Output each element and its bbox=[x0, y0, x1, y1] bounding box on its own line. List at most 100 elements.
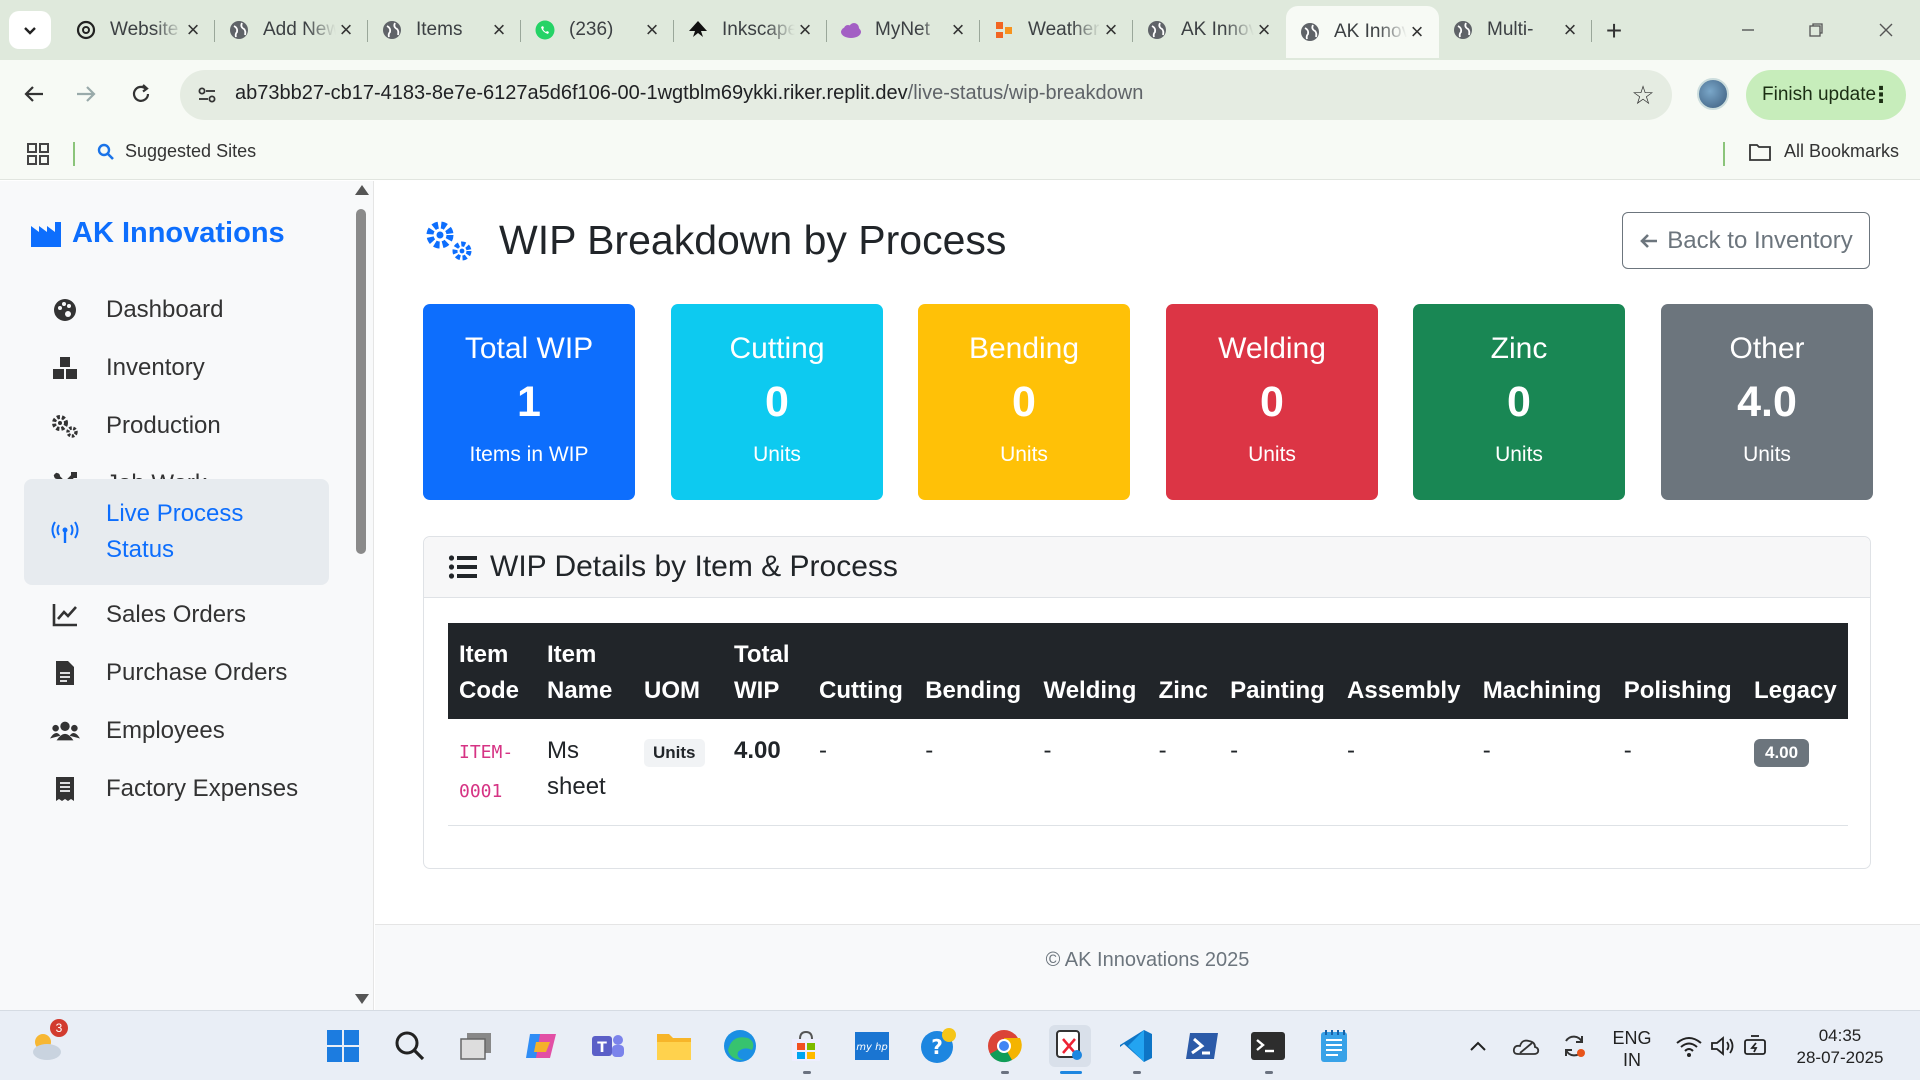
browser-tab[interactable]: Add New × bbox=[215, 8, 368, 52]
copilot-app[interactable] bbox=[521, 1025, 563, 1067]
close-icon[interactable]: × bbox=[1101, 17, 1121, 42]
close-icon[interactable]: × bbox=[336, 17, 356, 42]
restore-button[interactable] bbox=[1796, 10, 1836, 50]
sidebar-item-purchase-orders[interactable]: Purchase Orders bbox=[24, 644, 329, 702]
close-icon[interactable]: × bbox=[1560, 17, 1580, 42]
weather-widget[interactable]: 3 bbox=[26, 1019, 68, 1067]
bookmark-suggested-sites[interactable]: Suggested Sites bbox=[97, 141, 256, 162]
close-icon[interactable]: × bbox=[795, 17, 815, 42]
teams-icon: T bbox=[592, 1035, 624, 1057]
close-icon[interactable]: × bbox=[1407, 19, 1427, 44]
browser-tab[interactable]: Weather × bbox=[980, 8, 1133, 52]
sidebar-scrollbar[interactable] bbox=[352, 181, 370, 1010]
item-code-cell: ITEM- 0001 bbox=[448, 719, 536, 826]
browser-tab[interactable]: Inkscape × bbox=[674, 8, 827, 52]
notepad-app[interactable] bbox=[1313, 1025, 1355, 1067]
item-code: ITEM- 0001 bbox=[459, 742, 513, 802]
forward-nav-button[interactable] bbox=[66, 74, 106, 114]
column-header: Zinc bbox=[1147, 623, 1220, 719]
chrome-app[interactable] bbox=[983, 1025, 1025, 1067]
browser-tab[interactable]: AK Innovations × bbox=[1133, 8, 1286, 52]
address-bar[interactable]: ab73bb27-cb17-4183-8e7e-6127a5d6f106-00-… bbox=[180, 70, 1672, 120]
new-tab-button[interactable]: + bbox=[1597, 14, 1631, 48]
sidebar-item-factory-expenses[interactable]: Factory Expenses bbox=[24, 760, 329, 818]
column-header: Assembly bbox=[1336, 623, 1472, 719]
close-icon[interactable]: × bbox=[1254, 17, 1274, 42]
sidebar-item-production[interactable]: Production bbox=[24, 397, 329, 455]
browser-tab[interactable]: Items × bbox=[368, 8, 521, 52]
site-info-icon[interactable] bbox=[194, 82, 220, 108]
more-vert-icon[interactable]: ⋮ bbox=[1870, 82, 1892, 108]
task-view[interactable] bbox=[455, 1025, 497, 1067]
myhp-app[interactable]: my hp bbox=[851, 1025, 893, 1067]
column-header: Bending bbox=[914, 623, 1033, 719]
browser-tab[interactable]: Website × bbox=[62, 8, 215, 52]
industry-icon bbox=[31, 221, 61, 247]
quick-settings-tray[interactable] bbox=[1666, 1025, 1778, 1067]
summary-card-bending: Bending 0 Units bbox=[918, 304, 1130, 500]
card-title: Cutting bbox=[729, 332, 825, 365]
clock[interactable]: 04:35 28-07-2025 bbox=[1780, 1025, 1900, 1069]
web-page: AK Innovations Dashboard Inventory Produ… bbox=[0, 181, 1920, 1010]
get-help-app[interactable]: ? bbox=[917, 1025, 959, 1067]
item-name-line2: sheet bbox=[547, 773, 606, 800]
sidebar-item-dashboard[interactable]: Dashboard bbox=[24, 281, 329, 339]
finish-update-button[interactable]: Finish update ⋮ bbox=[1746, 70, 1906, 120]
apps-grid-icon[interactable] bbox=[26, 142, 50, 166]
card-title: Zinc bbox=[1490, 332, 1548, 365]
sidebar: AK Innovations Dashboard Inventory Produ… bbox=[0, 181, 374, 1010]
reload-button[interactable] bbox=[121, 74, 161, 114]
vscode-app[interactable] bbox=[1115, 1025, 1157, 1067]
teams-app[interactable]: T bbox=[587, 1025, 629, 1067]
snipping-tool-app[interactable] bbox=[1049, 1025, 1091, 1067]
start-button[interactable] bbox=[322, 1025, 364, 1067]
sidebar-item-sales-orders[interactable]: Sales Orders bbox=[24, 586, 329, 644]
scroll-down-icon[interactable] bbox=[355, 994, 369, 1004]
sidebar-item-employees[interactable]: Employees bbox=[24, 702, 329, 760]
summary-card-zinc: Zinc 0 Units bbox=[1413, 304, 1625, 500]
zinc-cell: - bbox=[1147, 719, 1220, 826]
broadcast-tower-icon bbox=[50, 518, 80, 546]
show-hidden-icons-button[interactable] bbox=[1458, 1025, 1498, 1067]
back-to-inventory-button[interactable]: Back to Inventory bbox=[1622, 212, 1870, 269]
browser-tab[interactable]: Multi- × bbox=[1439, 8, 1592, 52]
language-indicator[interactable]: ENG IN bbox=[1608, 1027, 1656, 1071]
sidebar-item-live-process-status[interactable]: Live Process Status bbox=[24, 479, 329, 585]
minimize-button[interactable] bbox=[1728, 10, 1768, 50]
bookmark-star-icon[interactable]: ☆ bbox=[1628, 80, 1658, 110]
file-explorer-app[interactable] bbox=[653, 1025, 695, 1067]
back-nav-button[interactable] bbox=[14, 74, 54, 114]
avatar[interactable] bbox=[1697, 78, 1729, 110]
browser-tab[interactable]: (236) × bbox=[521, 8, 674, 52]
close-icon[interactable]: × bbox=[183, 17, 203, 42]
edge-app[interactable] bbox=[719, 1025, 761, 1067]
cogs-icon bbox=[50, 412, 80, 440]
scrollbar-thumb[interactable] bbox=[356, 209, 366, 554]
sidebar-item-label: Factory Expenses bbox=[106, 775, 299, 802]
sidebar-item-inventory[interactable]: Inventory bbox=[24, 339, 329, 397]
reload-icon bbox=[132, 84, 150, 102]
clock-time: 04:35 bbox=[1818, 1026, 1862, 1045]
chart-line-icon bbox=[50, 601, 80, 629]
tab-search-button[interactable] bbox=[9, 11, 51, 49]
ms-store-app[interactable] bbox=[785, 1025, 827, 1067]
receipt-icon bbox=[50, 775, 80, 803]
brand[interactable]: AK Innovations bbox=[30, 217, 285, 250]
close-icon bbox=[1879, 23, 1893, 37]
close-icon[interactable]: × bbox=[489, 17, 509, 42]
terminal-app[interactable] bbox=[1247, 1025, 1289, 1067]
close-icon[interactable]: × bbox=[948, 17, 968, 42]
item-name-line1: Ms bbox=[547, 737, 579, 764]
powershell-app[interactable] bbox=[1181, 1025, 1223, 1067]
browser-tab-active[interactable]: AK Innovations × bbox=[1286, 6, 1439, 58]
browser-tab[interactable]: MyNet × bbox=[827, 8, 980, 52]
scroll-up-icon[interactable] bbox=[355, 185, 369, 195]
wip-details-table: Item Code Item Name UOM Total WIP Cuttin… bbox=[448, 623, 1848, 826]
close-icon[interactable]: × bbox=[642, 17, 662, 42]
sync-tray[interactable] bbox=[1554, 1025, 1594, 1067]
bookmark-label: Suggested Sites bbox=[125, 141, 257, 161]
taskbar-search[interactable] bbox=[389, 1025, 431, 1067]
close-window-button[interactable] bbox=[1866, 10, 1906, 50]
onedrive-tray[interactable] bbox=[1506, 1025, 1546, 1067]
all-bookmarks-button[interactable]: All Bookmarks bbox=[1748, 141, 1899, 162]
